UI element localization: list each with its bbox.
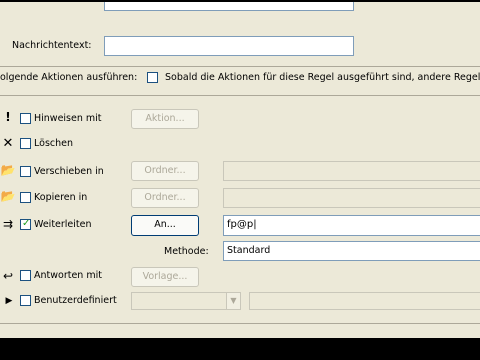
stop-rules-checkbox[interactable] bbox=[147, 72, 158, 83]
an-button[interactable]: An... bbox=[131, 215, 199, 236]
verschieben-checkbox[interactable] bbox=[20, 166, 31, 177]
antworten-label: Antworten mit bbox=[34, 270, 102, 281]
benutzerdefiniert-select[interactable]: ▼ bbox=[131, 292, 241, 310]
dialog-bottom-edge bbox=[0, 323, 480, 324]
message-label: Nachrichtentext: bbox=[12, 40, 92, 51]
exclamation-icon: ! bbox=[5, 110, 11, 124]
benutzerdefiniert-field[interactable] bbox=[249, 292, 480, 310]
forward-recipient-field[interactable]: fp@p| bbox=[223, 215, 480, 236]
hinweisen-checkbox[interactable] bbox=[20, 113, 31, 124]
actions-header-label: olgende Aktionen ausführen: bbox=[0, 72, 138, 83]
antworten-checkbox[interactable] bbox=[20, 270, 31, 281]
separator bbox=[0, 95, 480, 96]
checkmark-icon: ✓ bbox=[22, 218, 31, 229]
benutzerdefiniert-label: Benutzerdefiniert bbox=[34, 295, 117, 306]
vorlage-button[interactable]: Vorlage... bbox=[131, 267, 199, 287]
kopieren-folder-field[interactable] bbox=[223, 188, 480, 208]
verschieben-ordner-button[interactable]: Ordner... bbox=[131, 161, 199, 181]
aktion-button[interactable]: Aktion... bbox=[131, 109, 199, 129]
hinweisen-label: Hinweisen mit bbox=[34, 113, 102, 124]
delete-x-icon: ✕ bbox=[2, 136, 14, 151]
verschieben-label: Verschieben in bbox=[34, 166, 104, 177]
verschieben-folder-field[interactable] bbox=[223, 161, 480, 181]
previous-field[interactable] bbox=[104, 2, 354, 11]
weiterleiten-label: Weiterleiten bbox=[34, 219, 92, 230]
rule-dialog: Nachrichtentext: olgende Aktionen ausfüh… bbox=[0, 0, 480, 360]
copy-folder-icon: 📂 bbox=[0, 189, 16, 203]
methode-label: Methode: bbox=[164, 246, 209, 257]
kopieren-checkbox[interactable] bbox=[20, 192, 31, 203]
methode-field[interactable]: Standard bbox=[223, 241, 480, 261]
message-input[interactable] bbox=[104, 36, 354, 56]
stop-rules-label: Sobald die Aktionen für diese Regel ausg… bbox=[165, 72, 480, 83]
loeschen-checkbox[interactable] bbox=[20, 138, 31, 149]
forward-icon: ⇉ bbox=[2, 217, 14, 231]
play-arrow-icon: ▶ bbox=[5, 296, 13, 306]
separator bbox=[0, 66, 480, 67]
kopieren-ordner-button[interactable]: Ordner... bbox=[131, 188, 199, 208]
reply-icon: ↩ bbox=[2, 269, 14, 283]
chevron-down-icon[interactable]: ▼ bbox=[226, 293, 240, 309]
move-folder-icon: 📂 bbox=[0, 163, 16, 177]
loeschen-label: Löschen bbox=[34, 138, 73, 149]
benutzerdefiniert-checkbox[interactable] bbox=[20, 295, 31, 306]
kopieren-label: Kopieren in bbox=[34, 192, 88, 203]
weiterleiten-checkbox[interactable]: ✓ bbox=[20, 218, 31, 230]
